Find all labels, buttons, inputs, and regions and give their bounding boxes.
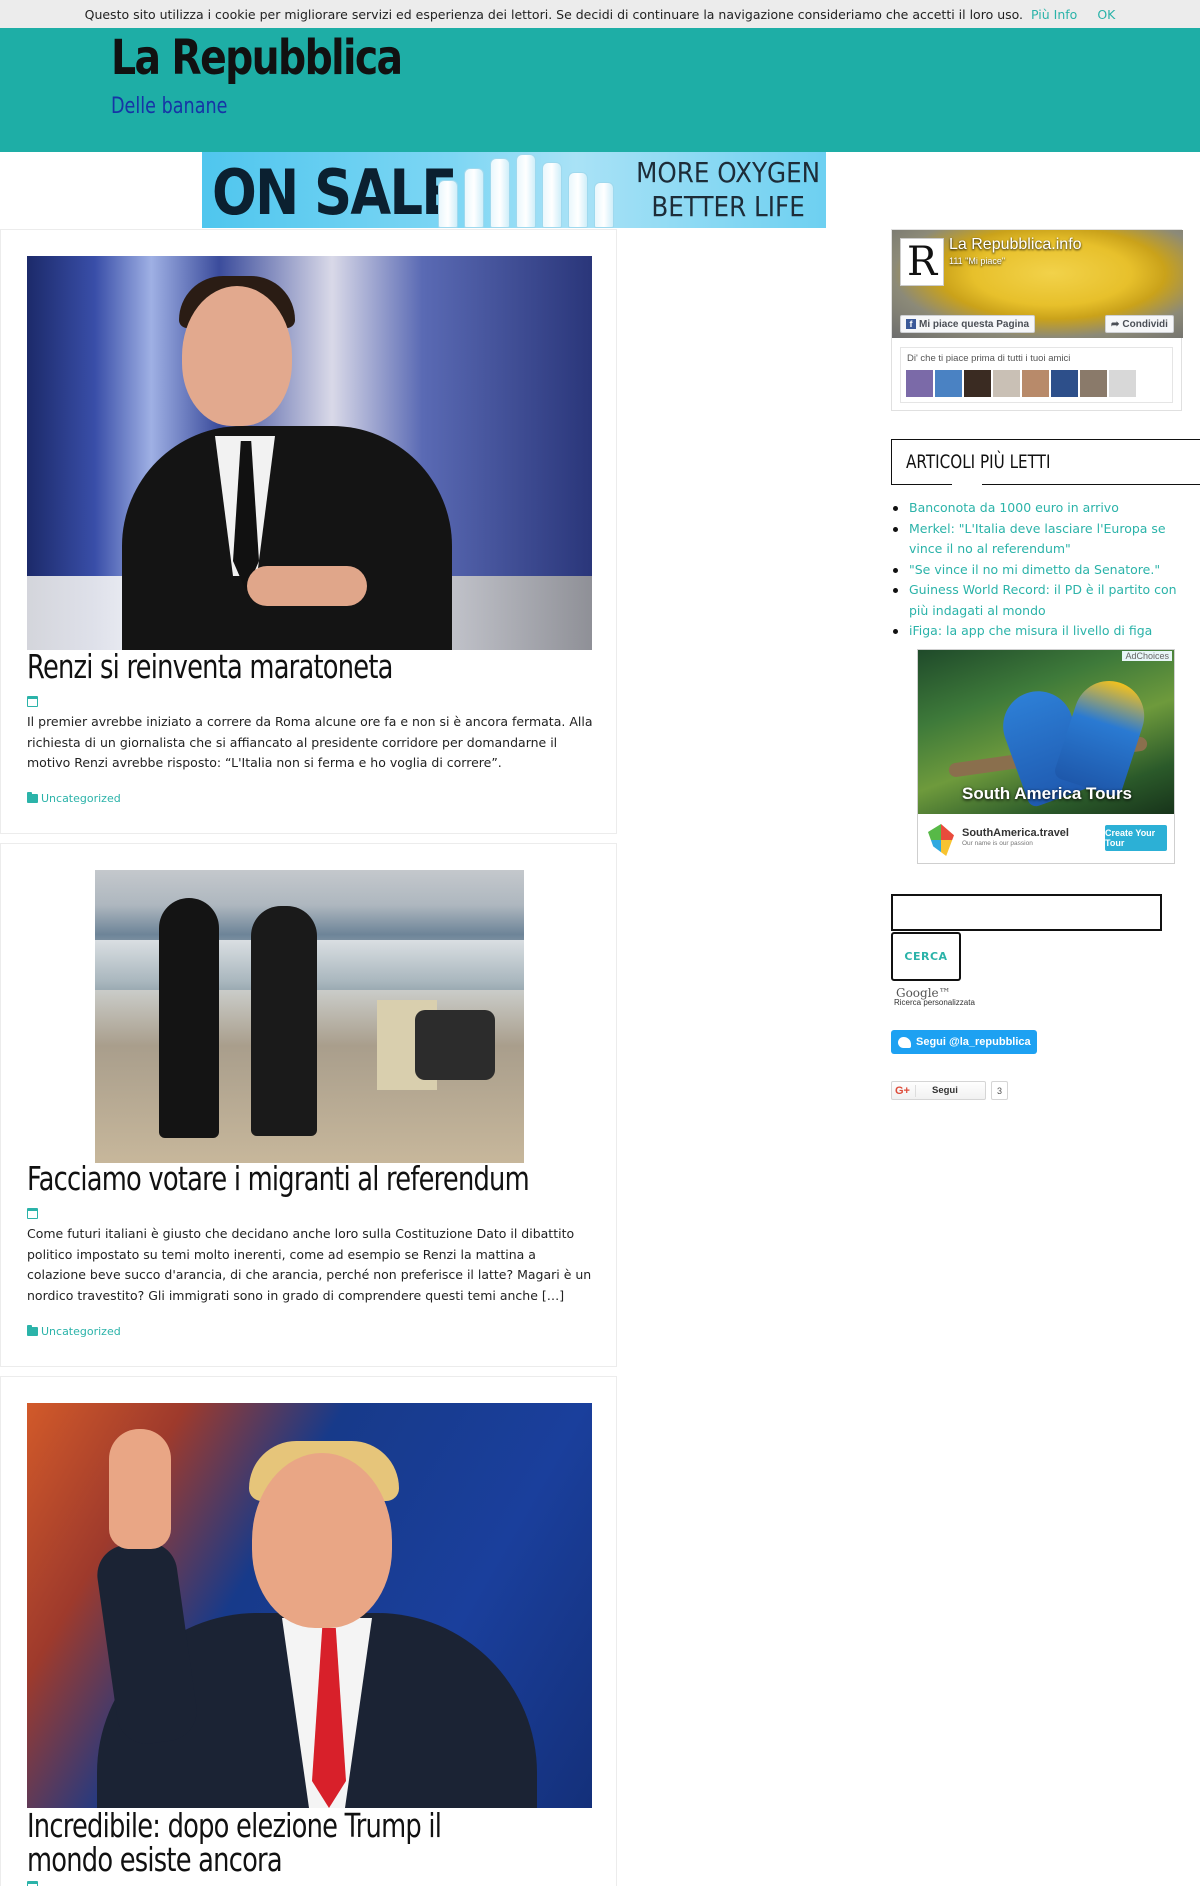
folder-icon bbox=[27, 792, 38, 803]
banner-ad[interactable]: ON SALE MORE OXYGEN BETTER LIFE bbox=[202, 152, 826, 228]
facebook-friends-text: Di' che ti piace prima di tutti i tuoi a… bbox=[907, 353, 1071, 364]
article-category: Uncategorized bbox=[27, 1325, 121, 1338]
friend-avatars bbox=[906, 370, 1136, 397]
popular-article-link[interactable]: Guiness World Record: il PD è il partito… bbox=[893, 580, 1193, 621]
popular-articles-list: Banconota da 1000 euro in arrivo Merkel:… bbox=[893, 498, 1193, 642]
article-title[interactable]: Renzi si reinventa maratoneta bbox=[27, 650, 393, 684]
facebook-share-label: Condividi bbox=[1122, 318, 1168, 330]
ad-choices-icon[interactable]: AdChoices bbox=[1122, 651, 1172, 661]
cookie-bar: Questo sito utilizza i cookie per miglio… bbox=[0, 0, 1200, 28]
popular-article-link[interactable]: iFiga: la app che misura il livello di f… bbox=[893, 621, 1193, 642]
gplus-icon: G+ bbox=[892, 1084, 916, 1097]
facebook-share-button[interactable]: ➦ Condividi bbox=[1105, 315, 1174, 333]
popular-articles-heading: ARTICOLI PIÙ LETTI bbox=[906, 451, 1051, 473]
article-category: Uncategorized bbox=[27, 792, 121, 805]
sidebar-ad[interactable]: AdChoices South America Tours SouthAmeri… bbox=[917, 649, 1175, 864]
ad-brand: SouthAmerica.travel bbox=[962, 827, 1069, 839]
article-excerpt: Come futuri italiani è giusto che decida… bbox=[27, 1226, 592, 1303]
southamerica-logo-icon bbox=[928, 824, 954, 856]
site-tagline: Delle banane bbox=[111, 94, 228, 119]
banner-line-2: BETTER LIFE bbox=[651, 190, 805, 223]
article-image[interactable] bbox=[95, 870, 524, 1163]
calendar-icon bbox=[27, 1881, 38, 1886]
article-title[interactable]: Incredibile: dopo elezione Trump il mond… bbox=[27, 1809, 526, 1877]
category-link[interactable]: Uncategorized bbox=[41, 1325, 121, 1338]
friend-avatar[interactable] bbox=[906, 370, 933, 397]
ad-footer: SouthAmerica.travel Our name is our pass… bbox=[918, 814, 1174, 863]
cookie-ok-button[interactable]: OK bbox=[1097, 7, 1115, 22]
friend-avatar[interactable] bbox=[1109, 370, 1136, 397]
gplus-follower-count: 3 bbox=[991, 1081, 1009, 1100]
search-input[interactable] bbox=[891, 894, 1162, 931]
search-button[interactable]: CERCA bbox=[891, 932, 961, 981]
ad-cta-button[interactable]: Create Your Tour bbox=[1105, 825, 1167, 851]
share-icon: ➦ bbox=[1111, 318, 1120, 330]
article-image[interactable] bbox=[27, 256, 592, 650]
facebook-friends-box: Di' che ti piace prima di tutti i tuoi a… bbox=[900, 347, 1173, 403]
ad-brand-sub: Our name is our passion bbox=[962, 840, 1033, 847]
category-link[interactable]: Uncategorized bbox=[41, 792, 121, 805]
popular-article-link[interactable]: Merkel: "L'Italia deve lasciare l'Europa… bbox=[893, 519, 1193, 560]
friend-avatar[interactable] bbox=[1080, 370, 1107, 397]
page-logo[interactable]: R bbox=[900, 238, 944, 286]
friend-avatar[interactable] bbox=[1022, 370, 1049, 397]
twitter-follow-button[interactable]: Segui @la_repubblica bbox=[891, 1030, 1037, 1054]
calendar-icon bbox=[27, 696, 38, 707]
twitter-bird-icon bbox=[898, 1036, 911, 1048]
site-header: La Repubblica Delle banane bbox=[0, 28, 1200, 152]
gplus-follow-button[interactable]: G+ Segui bbox=[891, 1081, 986, 1100]
gplus-follow-label: Segui bbox=[931, 1085, 958, 1096]
article-card: Incredibile: dopo elezione Trump il mond… bbox=[0, 1376, 617, 1886]
banner-line-1: MORE OXYGEN bbox=[635, 156, 820, 189]
popular-article-link[interactable]: "Se vince il no mi dimetto da Senatore." bbox=[893, 560, 1193, 581]
friend-avatar[interactable] bbox=[1051, 370, 1078, 397]
friend-avatar[interactable] bbox=[993, 370, 1020, 397]
folder-icon bbox=[27, 1325, 38, 1336]
google-custom-search-label: Ricerca personalizzata bbox=[894, 998, 975, 1007]
facebook-like-button[interactable]: f Mi piace questa Pagina bbox=[900, 315, 1036, 333]
popular-articles-title: ARTICOLI PIÙ LETTI bbox=[891, 439, 1200, 485]
friend-avatar[interactable] bbox=[964, 370, 991, 397]
facebook-cover-image[interactable]: R La Repubblica.info 111 "Mi piace" f Mi… bbox=[892, 230, 1183, 338]
article-card: Renzi si reinventa maratoneta Il premier… bbox=[0, 229, 617, 834]
facebook-like-count: 111 "Mi piace" bbox=[949, 256, 1006, 266]
cookie-text: Questo sito utilizza i cookie per miglio… bbox=[84, 6, 1024, 22]
article-excerpt: Il premier avrebbe iniziato a correre da… bbox=[27, 714, 593, 770]
facebook-icon: f bbox=[906, 319, 916, 329]
water-bottles-image bbox=[438, 152, 618, 228]
ad-headline: South America Tours bbox=[961, 784, 1133, 803]
cookie-more-info-link[interactable]: Più Info bbox=[1031, 7, 1077, 22]
banner-headline: ON SALE bbox=[212, 156, 457, 228]
article-card: Facciamo votare i migranti al referendum… bbox=[0, 843, 617, 1367]
article-image[interactable] bbox=[27, 1403, 592, 1808]
popular-article-link[interactable]: Banconota da 1000 euro in arrivo bbox=[893, 498, 1193, 519]
site-title[interactable]: La Repubblica bbox=[111, 30, 403, 86]
gplus-follow-widget: G+ Segui 3 bbox=[891, 1081, 1009, 1100]
friend-avatar[interactable] bbox=[935, 370, 962, 397]
facebook-page-name[interactable]: La Repubblica.info bbox=[949, 236, 1082, 254]
banner-slogan: MORE OXYGEN BETTER LIFE bbox=[636, 156, 820, 224]
article-title[interactable]: Facciamo votare i migranti al referendum bbox=[27, 1162, 530, 1196]
twitter-follow-label: Segui @la_repubblica bbox=[916, 1036, 1031, 1048]
facebook-page-widget: R La Repubblica.info 111 "Mi piace" f Mi… bbox=[891, 229, 1183, 411]
calendar-icon bbox=[27, 1208, 38, 1219]
facebook-like-label: Mi piace questa Pagina bbox=[919, 318, 1030, 330]
